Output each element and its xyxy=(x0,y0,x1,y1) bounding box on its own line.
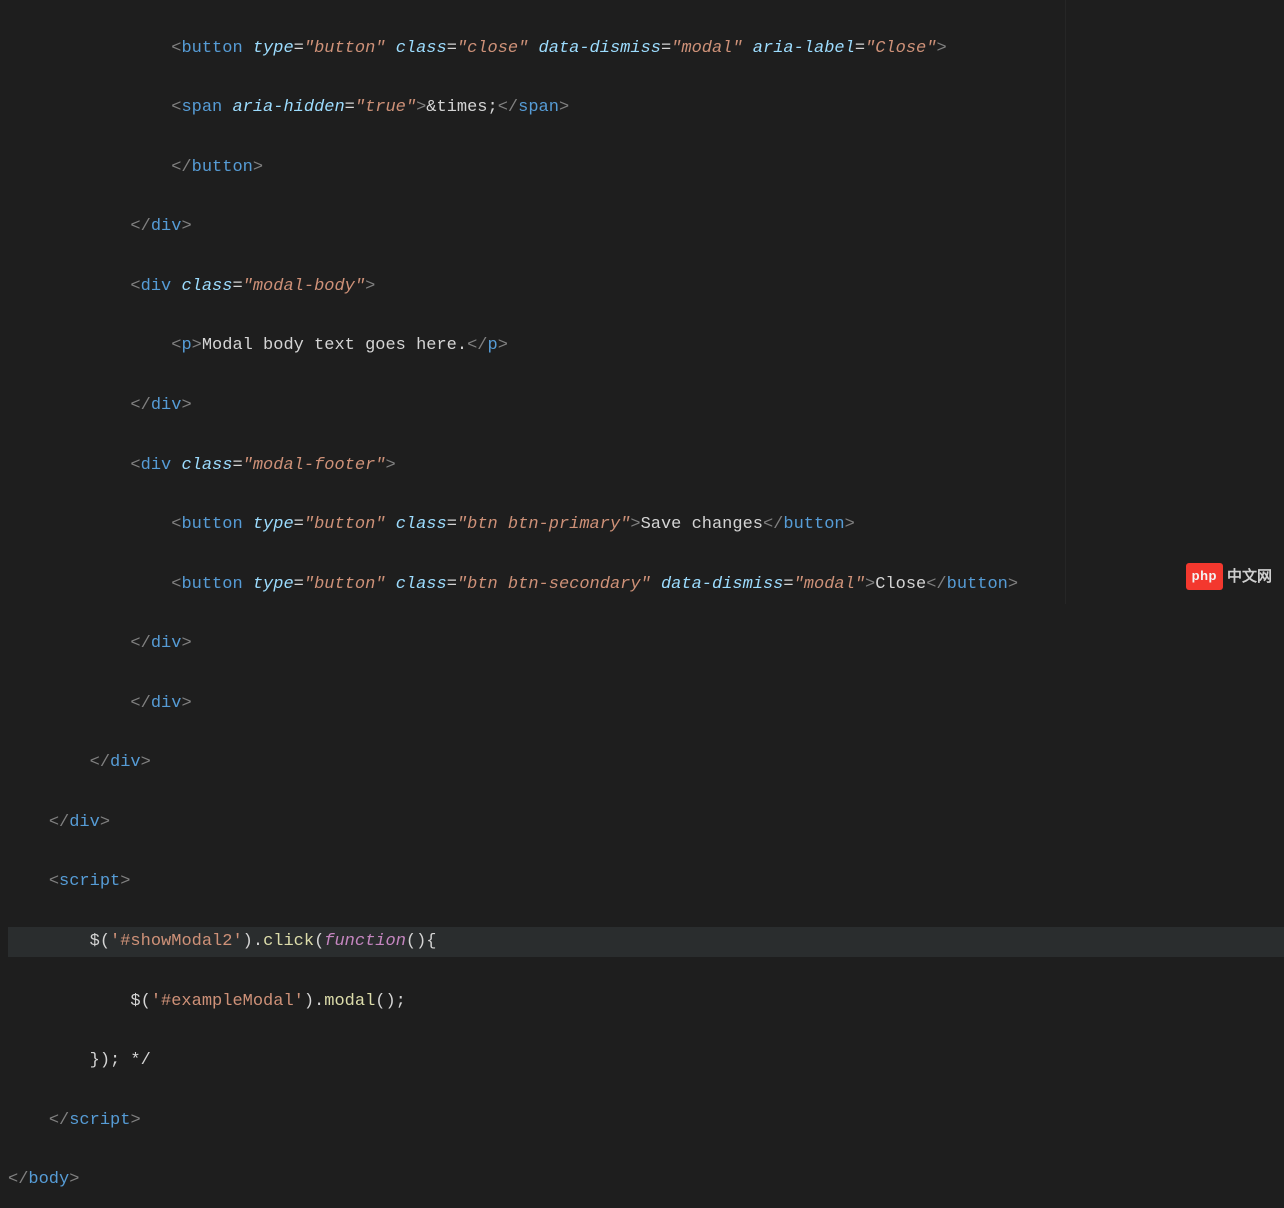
code-line: </div> xyxy=(8,689,1284,719)
code-line-active: $('#showModal2').click(function(){ xyxy=(8,927,1284,957)
code-line: <button type="button" class="close" data… xyxy=(8,34,1284,64)
code-line: </script> xyxy=(8,1106,1284,1136)
code-line: </div> xyxy=(8,391,1284,421)
code-line: </div> xyxy=(8,748,1284,778)
code-line: <div class="modal-footer"> xyxy=(8,451,1284,481)
code-line: </body> xyxy=(8,1165,1284,1195)
code-line: <script> xyxy=(8,867,1284,897)
editor-ruler xyxy=(1065,0,1066,604)
code-line: </div> xyxy=(8,808,1284,838)
watermark-badge: php xyxy=(1186,563,1223,590)
code-line: <div class="modal-body"> xyxy=(8,272,1284,302)
code-line: </button> xyxy=(8,153,1284,183)
code-line: </div> xyxy=(8,629,1284,659)
code-line: </div> xyxy=(8,212,1284,242)
code-line: <span aria-hidden="true">&times;</span> xyxy=(8,93,1284,123)
code-line: <button type="button" class="btn btn-sec… xyxy=(8,570,1284,600)
code-line: }); */ xyxy=(8,1046,1284,1076)
code-line: $('#exampleModal').modal(); xyxy=(8,987,1284,1017)
code-line: <button type="button" class="btn btn-pri… xyxy=(8,510,1284,540)
watermark-text: 中文网 xyxy=(1227,564,1272,590)
code-line: <p>Modal body text goes here.</p> xyxy=(8,331,1284,361)
watermark: php 中文网 xyxy=(1186,563,1272,590)
code-editor[interactable]: <button type="button" class="close" data… xyxy=(0,0,1284,1208)
